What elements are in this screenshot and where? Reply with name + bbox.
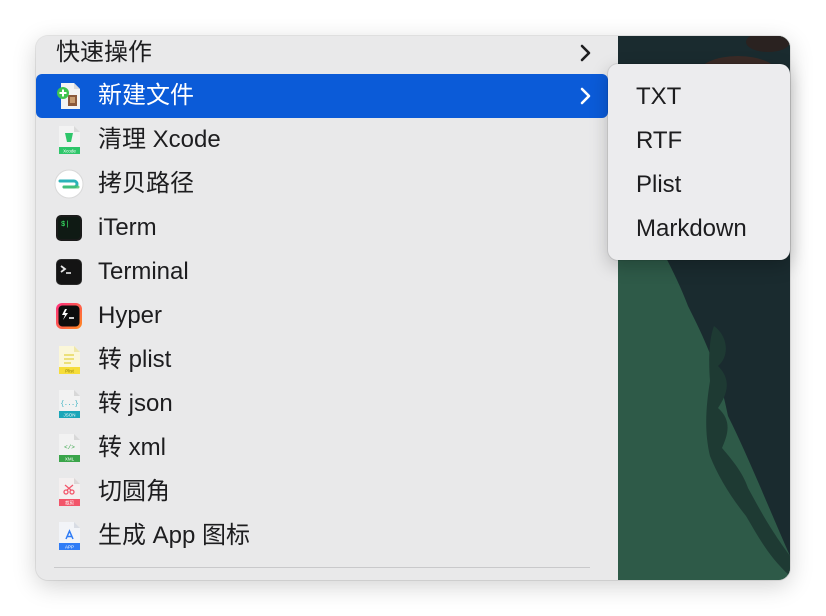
icon-glyph: </> (64, 444, 75, 451)
submenu-item-rtf[interactable]: RTF (608, 119, 790, 163)
menu-item-label: 快速操作 (56, 39, 152, 66)
submenu-item-label: RTF (636, 127, 683, 154)
menu-separator (54, 567, 590, 568)
new-file-icon (54, 81, 84, 111)
menu-item-label: 新建文件 (98, 82, 194, 109)
submenu-item-txt[interactable]: TXT (608, 75, 790, 119)
new-file-submenu: TXT RTF Plist Markdown (608, 64, 790, 260)
icon-caption: XML (65, 457, 75, 462)
submenu-item-label: TXT (636, 83, 682, 110)
xcode-clean-icon: Xcode (54, 125, 84, 155)
menu-item-generate-app-icon[interactable]: APP 生成 App 图标 (36, 514, 608, 558)
submenu-item-plist[interactable]: Plist (608, 163, 790, 207)
menu-item-label: 清理 Xcode (98, 126, 221, 153)
menu-item-quick-actions[interactable]: 快速操作 (36, 36, 608, 75)
menu-item-label: 转 json (98, 390, 173, 417)
menu-item-to-json[interactable]: {...} JSON 转 json (36, 382, 608, 426)
menu-item-to-plist[interactable]: Plist 转 plist (36, 338, 608, 382)
menu-item-label: 拷贝路径 (98, 170, 194, 197)
svg-text:$|: $| (61, 221, 69, 229)
app-icon-file-icon: APP (54, 521, 84, 551)
menu-item-terminal[interactable]: Terminal (36, 250, 608, 294)
menu-item-hyper[interactable]: Hyper (36, 294, 608, 338)
menu-item-label: 转 plist (98, 346, 172, 373)
menu-item-round-corner[interactable]: 裁剪 切圆角 (36, 470, 608, 514)
submenu-item-markdown[interactable]: Markdown (608, 207, 790, 251)
chevron-right-icon (576, 36, 596, 75)
icon-caption: Plist (65, 369, 74, 374)
menu-item-copy-path[interactable]: 拷贝路径 (36, 162, 608, 206)
menu-item-label: 转 xml (98, 434, 166, 461)
menu-item-clean-xcode[interactable]: Xcode 清理 Xcode (36, 118, 608, 162)
menu-item-label: Hyper (98, 302, 163, 329)
menu-item-iterm[interactable]: $| iTerm (36, 206, 608, 250)
menu-item-new-file[interactable]: 新建文件 (36, 74, 608, 118)
iterm-icon: $| (54, 213, 84, 243)
context-menu: 快速操作 新建文件 Xcode 清理 Xcode 拷贝路径 $| iTerm T… (36, 36, 618, 580)
menu-item-label: iTerm (98, 214, 157, 241)
hyper-icon (54, 301, 84, 331)
menu-item-label: 切圆角 (98, 478, 170, 505)
icon-glyph: {...} (60, 400, 78, 407)
chevron-right-icon (576, 74, 596, 118)
round-corner-file-icon: 裁剪 (54, 477, 84, 507)
json-file-icon: {...} JSON (54, 389, 84, 419)
icon-caption: JSON (63, 413, 75, 418)
icon-caption: Xcode (63, 149, 76, 154)
terminal-icon (54, 257, 84, 287)
menu-item-label: Terminal (98, 258, 189, 285)
plist-file-icon: Plist (54, 345, 84, 375)
icon-caption: APP (65, 545, 74, 550)
xml-file-icon: </> XML (54, 433, 84, 463)
menu-item-to-xml[interactable]: </> XML 转 xml (36, 426, 608, 470)
submenu-item-label: Markdown (636, 215, 747, 242)
copy-path-icon (54, 169, 84, 199)
submenu-item-label: Plist (636, 171, 682, 198)
icon-caption: 裁剪 (65, 500, 74, 507)
menu-item-label: 生成 App 图标 (98, 522, 251, 549)
